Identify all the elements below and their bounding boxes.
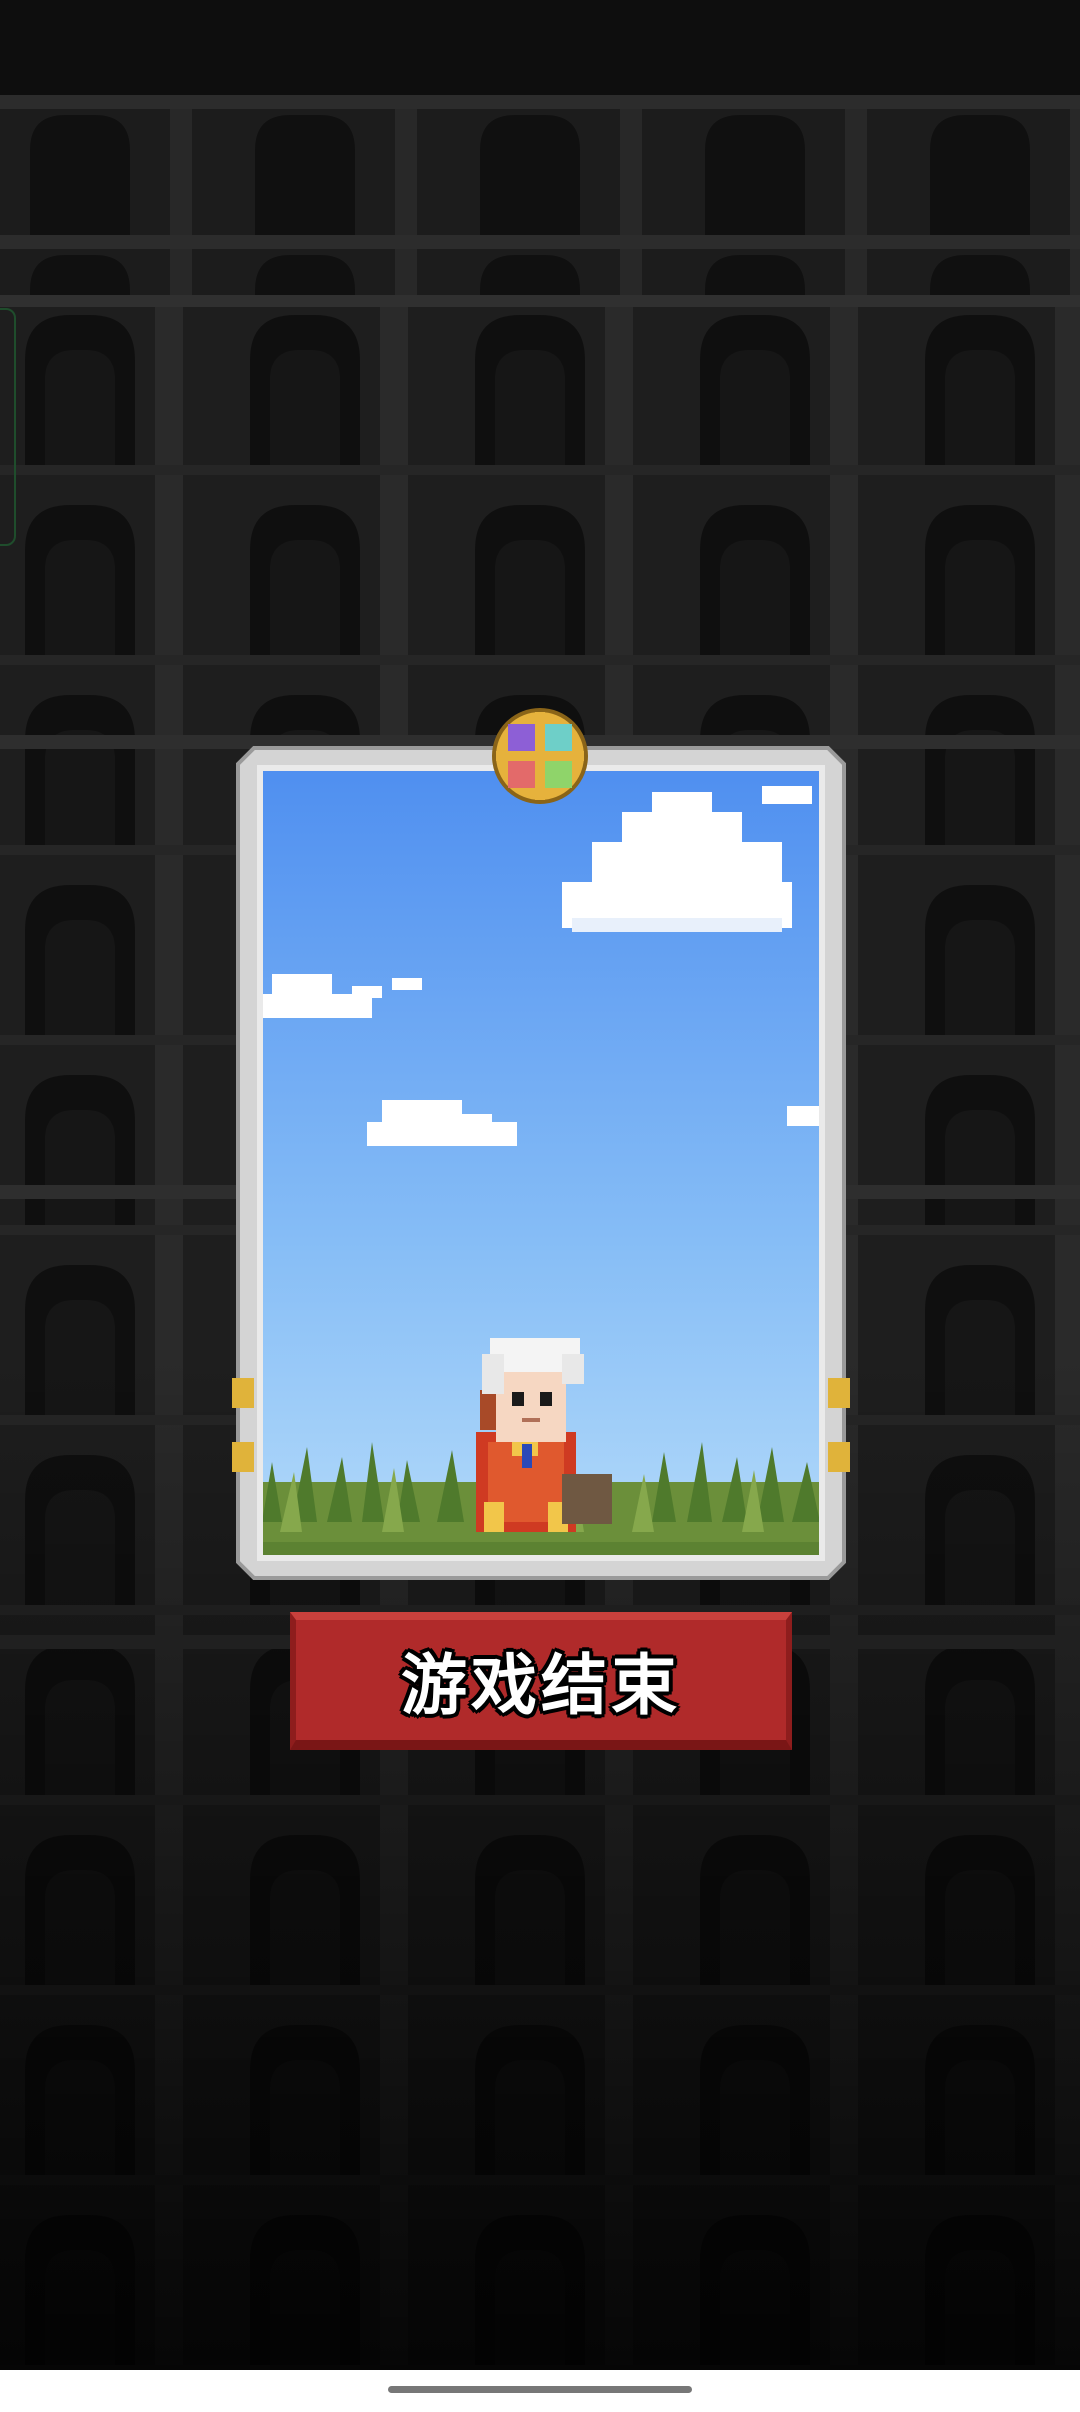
game-over-button[interactable]: 游戏结束 — [290, 1612, 792, 1750]
home-indicator[interactable] — [388, 2386, 692, 2393]
compass-gem-icon — [492, 708, 588, 804]
game-over-label: 游戏结束 — [401, 1647, 681, 1724]
status-bar-area — [0, 0, 1080, 95]
character-card[interactable] — [232, 742, 850, 1584]
game-screen: 游戏结束 — [0, 0, 1080, 2412]
side-edge-tab[interactable] — [0, 308, 16, 546]
